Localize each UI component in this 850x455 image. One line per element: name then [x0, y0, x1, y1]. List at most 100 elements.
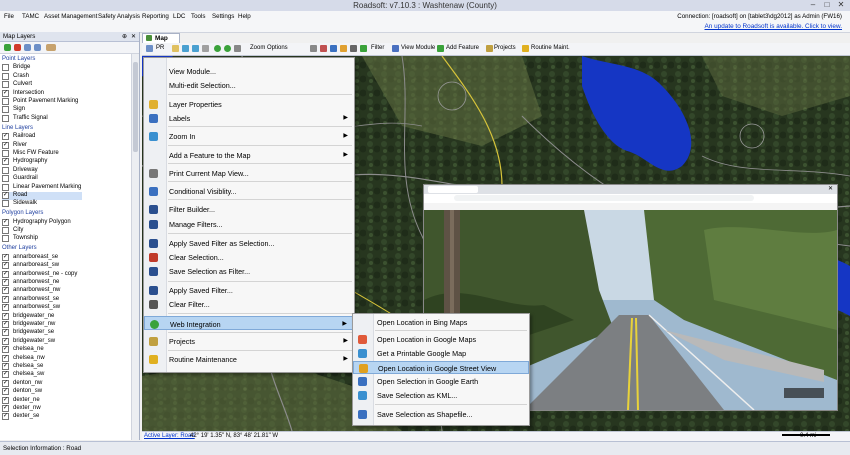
layer-checkbox[interactable] [2, 89, 9, 97]
view-module-button[interactable]: View Module [401, 45, 435, 51]
layer-checkbox[interactable] [2, 320, 9, 328]
update-link[interactable]: An update to Roadsoft is available. Clic… [705, 23, 842, 30]
pan-icon[interactable] [172, 45, 179, 52]
layer-checkbox[interactable] [2, 270, 9, 278]
context-menu-item[interactable]: Apply Saved Filter... [144, 283, 354, 297]
layer-checkbox[interactable] [2, 379, 9, 387]
layer-checkbox[interactable] [2, 200, 9, 208]
menu-settings[interactable]: Settings [212, 13, 234, 20]
zoom-in-tool-icon[interactable] [182, 45, 189, 52]
web-submenu-item[interactable]: Open Selection in Google Earth [353, 375, 529, 388]
layer-group-header[interactable]: Line Layers [2, 125, 33, 131]
context-menu-item[interactable]: View Module... [144, 64, 354, 78]
projects-tool-icon[interactable] [486, 45, 493, 52]
add-feature-dropdown[interactable]: Add Feature [446, 45, 479, 51]
layer-checkbox[interactable] [2, 64, 9, 72]
context-menu-item[interactable]: Routine Maintenance ▶ [144, 352, 354, 366]
settings-icon[interactable] [146, 45, 153, 52]
measure-icon[interactable] [234, 45, 241, 52]
label-tool-icon[interactable] [340, 45, 347, 52]
layer-group-header[interactable]: Polygon Layers [2, 210, 43, 216]
move-down-icon[interactable] [34, 44, 41, 51]
layer-checkbox[interactable] [2, 72, 9, 80]
tab-map[interactable]: Map [142, 33, 180, 43]
context-menu-item[interactable]: Zoom In ▶ [144, 129, 354, 143]
zoom-out-tool-icon[interactable] [192, 45, 199, 52]
move-up-icon[interactable] [24, 44, 31, 51]
export-icon[interactable] [320, 45, 327, 52]
close-button[interactable]: ✕ [834, 0, 848, 9]
menu-ldc[interactable]: LDC [173, 13, 185, 20]
web-submenu-item[interactable]: Save Selection as KML... [353, 389, 529, 402]
previous-extent-icon[interactable] [224, 45, 231, 52]
refresh-icon[interactable] [360, 45, 367, 52]
layer-checkbox[interactable] [2, 303, 9, 312]
layer-checkbox[interactable] [2, 227, 9, 234]
menu-file[interactable]: File [4, 13, 14, 20]
add-feature-icon[interactable] [437, 45, 444, 52]
context-menu-item[interactable]: Multi-edit Selection... [144, 78, 354, 92]
layer-checkbox[interactable] [2, 295, 9, 303]
layer-checkbox[interactable] [2, 370, 9, 379]
menu-asset-management[interactable]: Asset Management [44, 13, 97, 20]
menu-reporting[interactable]: Reporting [142, 13, 169, 20]
web-submenu-item[interactable]: Open Location in Google Maps [353, 333, 529, 346]
projects-dropdown[interactable]: Projects [494, 45, 516, 51]
filter-dropdown[interactable]: Filter [371, 45, 384, 51]
context-menu-item[interactable]: Clear Filter... [144, 297, 354, 311]
close-panel-icon[interactable]: ✕ [131, 33, 136, 40]
context-menu-item[interactable]: Print Current Map View... [144, 166, 354, 180]
context-menu-item[interactable]: Manage Filters... [144, 217, 354, 231]
minimize-button[interactable]: – [806, 0, 820, 9]
pin-icon[interactable]: ⊕ [122, 33, 127, 40]
zoom-options-dropdown[interactable]: Zoom Options [250, 45, 288, 51]
context-menu-item[interactable]: Clear Selection... [144, 250, 354, 264]
browser-tab[interactable] [428, 186, 478, 193]
browser-close-icon[interactable]: ✕ [828, 185, 833, 192]
web-submenu-item[interactable]: Open Location in Google Street View [353, 361, 529, 374]
menu-safety-analysis[interactable]: Safety Analysis [98, 13, 140, 20]
context-menu-item[interactable]: Layer Properties [144, 97, 354, 111]
layer-item[interactable]: Road [2, 191, 82, 200]
layer-checkbox[interactable] [2, 412, 9, 421]
layer-checkbox[interactable] [2, 81, 9, 89]
layer-group-header[interactable]: Other Layers [2, 245, 37, 251]
layer-checkbox[interactable] [2, 157, 9, 166]
layer-checkbox[interactable] [2, 149, 9, 157]
context-menu-item[interactable]: Save Selection as Filter... [144, 264, 354, 278]
layer-checkbox[interactable] [2, 253, 9, 261]
layer-checkbox[interactable] [2, 218, 9, 226]
context-menu-item[interactable]: Projects ▶ [144, 334, 354, 348]
layer-checkbox[interactable] [2, 175, 9, 183]
print-tool-icon[interactable] [310, 45, 317, 52]
context-menu-item[interactable]: Apply Saved Filter as Selection... [144, 236, 354, 250]
layer-checkbox[interactable] [2, 337, 9, 345]
layers-tool-icon[interactable] [350, 45, 357, 52]
select-tool-icon[interactable] [202, 45, 209, 52]
pr-dropdown[interactable]: PR [156, 45, 164, 51]
layer-group-header[interactable]: Point Layers [2, 56, 35, 62]
layer-checkbox[interactable] [2, 106, 9, 114]
layer-checkbox[interactable] [2, 404, 9, 412]
layer-checkbox[interactable] [2, 235, 9, 243]
layer-checkbox[interactable] [2, 312, 9, 320]
layer-checkbox[interactable] [2, 183, 9, 191]
layer-checkbox[interactable] [2, 286, 9, 295]
context-menu-item[interactable]: Filter Builder... [144, 202, 354, 216]
layer-checkbox[interactable] [2, 278, 9, 286]
layer-checkbox[interactable] [2, 98, 9, 105]
context-menu-item[interactable]: Labels ▶ [144, 111, 354, 125]
context-menu-item[interactable]: Conditional Visiblity... [144, 184, 354, 198]
add-layer-icon[interactable] [4, 44, 11, 51]
layer-checkbox[interactable] [2, 166, 9, 174]
routine-maint-tool-icon[interactable] [522, 45, 529, 52]
view-module-icon[interactable] [392, 45, 399, 52]
layer-checkbox[interactable] [2, 362, 9, 370]
identify-icon[interactable] [330, 45, 337, 52]
web-submenu-item[interactable]: Open Location in Bing Maps [353, 316, 529, 329]
menu-tools[interactable]: Tools [191, 13, 205, 20]
maximize-button[interactable]: □ [820, 0, 834, 9]
menu-help[interactable]: Help [238, 13, 251, 20]
layer-checkbox[interactable] [2, 141, 9, 149]
web-submenu-item[interactable]: Get a Printable Google Map [353, 347, 529, 360]
